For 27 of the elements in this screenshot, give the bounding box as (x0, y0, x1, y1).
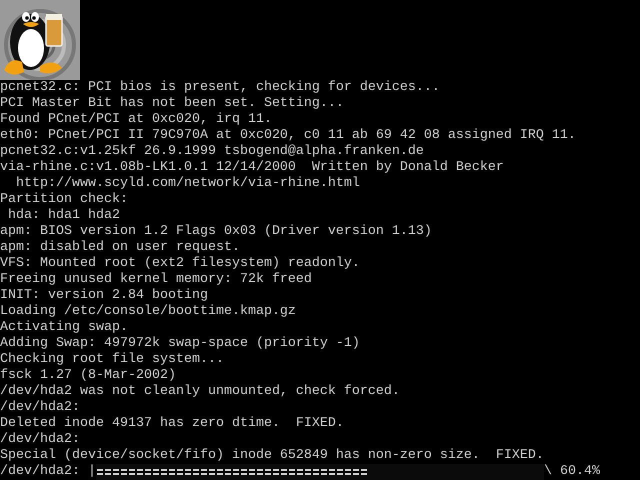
console-line: via-rhine.c:v1.08b-LK1.0.1 12/14/2000 Written by Donald Becker (0, 160, 504, 176)
console-line: Loading /etc/console/boottime.kmap.gz (0, 304, 296, 320)
console-line: Partition check: (0, 192, 128, 208)
console-line: http://www.scyld.com/network/via-rhine.html (14, 176, 360, 192)
console-line: apm: BIOS version 1.2 Flags 0x03 (Driver version 1.13) (0, 224, 432, 240)
console-line: Deleted inode 49137 has zero dtime. FIXED. (0, 416, 344, 432)
console-line: INIT: version 2.84 booting (0, 288, 208, 304)
console-line: apm: disabled on user request. (0, 240, 240, 256)
console-line: Found PCnet/PCI at 0xc020, irq 11. (0, 112, 272, 128)
console-line: hda: hda1 hda2 (6, 208, 120, 224)
console-line: VFS: Mounted root (ext2 filesystem) readonly. (0, 256, 360, 272)
spinner-glyph: \ (544, 464, 552, 480)
console-line: PCI Master Bit has not been set. Setting... (0, 96, 344, 112)
progress-percent: 60.4% (560, 464, 600, 480)
console-line: /dev/hda2: (0, 432, 80, 448)
console-line: /dev/hda2: (0, 400, 80, 416)
console-line: Special (device/socket/fifo) inode 652849 has non-zero size. FIXED. (0, 448, 544, 464)
console-line: Checking root file system... (0, 352, 224, 368)
console-line: eth0: PCnet/PCI II 79C970A at 0xc020, c0 11 ab 69 42 08 assigned IRQ 11. (0, 128, 576, 144)
console-line: Adding Swap: 497972k swap-space (priority -1) (0, 336, 360, 352)
console-line: pcnet32.c:v1.25kf 26.9.1999 tsbogend@alpha.franken.de (0, 144, 424, 160)
console-line: /dev/hda2 was not cleanly unmounted, check forced. (0, 384, 400, 400)
progress-label: /dev/hda2: | (0, 464, 96, 480)
console-line: Freeing unused kernel memory: 72k freed (0, 272, 312, 288)
console-line: fsck 1.27 (8-Mar-2002) (0, 368, 176, 384)
console-line: pcnet32.c: PCI bios is present, checking for devices... (0, 80, 440, 96)
console-line: Activating swap. (0, 320, 128, 336)
